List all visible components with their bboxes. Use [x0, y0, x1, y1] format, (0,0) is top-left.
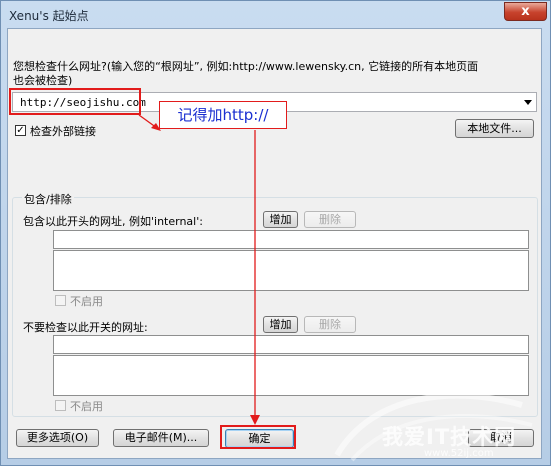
- arrow-to-ok-head: [250, 415, 260, 425]
- watermark: 我爱IT技术网 www.52ij.com: [332, 385, 550, 465]
- annotation-note: 记得加http://: [159, 101, 287, 129]
- watermark-url: www.52ij.com: [424, 448, 494, 459]
- watermark-text: 我爱IT技术网: [382, 425, 517, 449]
